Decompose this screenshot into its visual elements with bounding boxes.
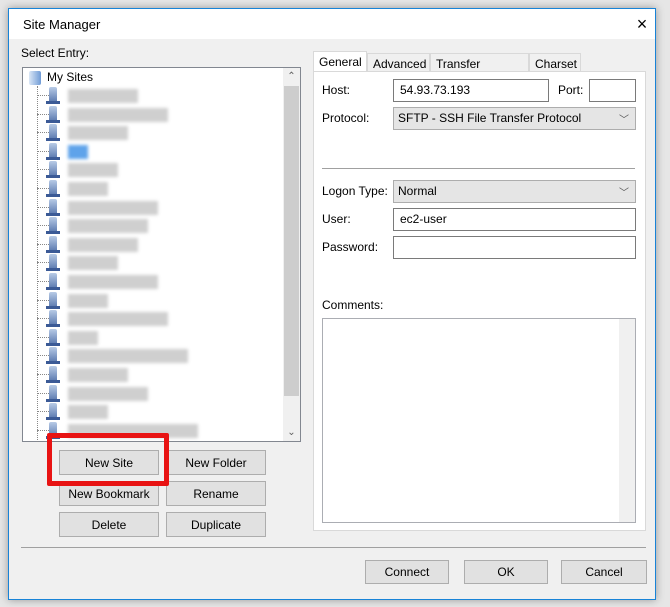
cancel-button[interactable]: Cancel bbox=[561, 560, 647, 584]
port-input[interactable] bbox=[589, 79, 636, 102]
scroll-thumb[interactable] bbox=[284, 86, 299, 396]
redacted-site-name bbox=[68, 312, 168, 327]
close-icon[interactable]: × bbox=[631, 13, 653, 35]
redacted-site-name bbox=[68, 275, 158, 289]
site-entry[interactable] bbox=[23, 160, 285, 179]
site-icon bbox=[46, 291, 60, 309]
site-icon bbox=[46, 142, 60, 160]
folder-icon bbox=[29, 71, 41, 85]
site-icon bbox=[46, 198, 60, 216]
site-entry[interactable] bbox=[23, 402, 285, 421]
site-entry[interactable] bbox=[23, 216, 285, 235]
redacted-site-name bbox=[68, 256, 118, 271]
logon-type-label: Logon Type: bbox=[322, 184, 388, 198]
redacted-site-name bbox=[68, 107, 168, 122]
site-entry[interactable] bbox=[23, 235, 285, 254]
site-icon bbox=[46, 124, 60, 142]
site-icon bbox=[46, 254, 60, 272]
site-entry[interactable] bbox=[23, 142, 285, 161]
redacted-site-name bbox=[68, 144, 88, 159]
redacted-site-name bbox=[68, 182, 108, 196]
highlight-box bbox=[47, 433, 169, 486]
protocol-label: Protocol: bbox=[322, 111, 370, 125]
separator bbox=[322, 168, 635, 169]
site-entry[interactable] bbox=[23, 123, 285, 142]
redacted-site-name bbox=[68, 126, 128, 141]
scroll-up-icon[interactable]: ⌃ bbox=[283, 68, 300, 85]
ok-button[interactable]: OK bbox=[464, 560, 548, 584]
site-icon bbox=[46, 273, 60, 290]
site-entry[interactable] bbox=[23, 309, 285, 328]
site-icon bbox=[46, 180, 60, 197]
site-entry[interactable] bbox=[23, 198, 285, 217]
redacted-site-name bbox=[68, 293, 108, 308]
user-label: User: bbox=[322, 212, 351, 226]
comments-scrollbar[interactable] bbox=[619, 319, 635, 522]
logon-type-value: Normal bbox=[398, 184, 437, 198]
site-icon bbox=[46, 217, 60, 235]
site-icon bbox=[46, 105, 60, 123]
redacted-site-name bbox=[68, 368, 128, 382]
tab-transfer-settings[interactable]: Transfer Settings bbox=[430, 53, 529, 85]
window-title: Site Manager bbox=[23, 17, 101, 32]
footer-separator bbox=[21, 547, 646, 548]
site-icon bbox=[46, 310, 60, 328]
tree-scrollbar[interactable]: ⌃ ⌄ bbox=[283, 68, 300, 441]
site-entry[interactable] bbox=[23, 328, 285, 347]
site-entry[interactable] bbox=[23, 384, 285, 403]
redacted-site-name bbox=[68, 386, 148, 401]
site-manager-dialog: Site Manager × Select Entry: My Sites ⌃ … bbox=[8, 8, 656, 600]
chevron-down-icon: ﹀ bbox=[619, 188, 629, 199]
new-folder-button[interactable]: New Folder bbox=[166, 450, 266, 475]
tree-root-my-sites[interactable]: My Sites bbox=[47, 70, 93, 84]
protocol-select[interactable]: SFTP - SSH File Transfer Protocol ﹀ bbox=[393, 107, 636, 130]
site-entry[interactable] bbox=[23, 86, 285, 105]
rename-button[interactable]: Rename bbox=[166, 481, 266, 506]
site-icon bbox=[46, 161, 60, 179]
redacted-site-name bbox=[68, 330, 98, 345]
site-entry[interactable] bbox=[23, 179, 285, 198]
site-entry[interactable] bbox=[23, 365, 285, 384]
select-entry-label: Select Entry: bbox=[21, 46, 90, 60]
redacted-site-name bbox=[68, 405, 108, 420]
tab-advanced[interactable]: Advanced bbox=[367, 53, 430, 73]
logon-type-select[interactable]: Normal ﹀ bbox=[393, 180, 636, 203]
comments-textarea[interactable] bbox=[322, 318, 636, 523]
port-label: Port: bbox=[558, 83, 584, 97]
redacted-site-name bbox=[68, 219, 148, 234]
site-icon bbox=[46, 328, 60, 346]
protocol-value: SFTP - SSH File Transfer Protocol bbox=[398, 111, 582, 125]
title-bar: Site Manager × bbox=[9, 9, 655, 39]
scroll-down-icon[interactable]: ⌄ bbox=[283, 424, 300, 441]
host-input[interactable]: 54.93.73.193 bbox=[393, 79, 549, 102]
host-label: Host: bbox=[322, 83, 351, 97]
user-input[interactable]: ec2-user bbox=[393, 208, 636, 231]
site-entry[interactable] bbox=[23, 272, 285, 291]
redacted-site-name bbox=[68, 89, 138, 103]
connect-button[interactable]: Connect bbox=[365, 560, 449, 584]
duplicate-button[interactable]: Duplicate bbox=[166, 512, 266, 537]
chevron-down-icon: ﹀ bbox=[619, 115, 629, 126]
password-input[interactable] bbox=[393, 236, 636, 259]
password-label: Password: bbox=[322, 240, 379, 254]
site-entry[interactable] bbox=[23, 346, 285, 365]
site-tree[interactable]: My Sites ⌃ ⌄ bbox=[22, 67, 301, 442]
redacted-site-name bbox=[68, 163, 118, 178]
redacted-site-name bbox=[68, 237, 138, 252]
comments-label: Comments: bbox=[322, 298, 384, 312]
delete-button[interactable]: Delete bbox=[59, 512, 159, 537]
site-icon bbox=[46, 87, 60, 104]
tab-charset[interactable]: Charset bbox=[529, 53, 581, 73]
site-icon bbox=[46, 347, 60, 365]
site-entry[interactable] bbox=[23, 105, 285, 124]
site-entry[interactable] bbox=[23, 253, 285, 272]
site-icon bbox=[46, 235, 60, 253]
site-icon bbox=[46, 403, 60, 421]
site-entry[interactable] bbox=[23, 291, 285, 310]
redacted-site-name bbox=[68, 349, 188, 364]
site-icon bbox=[46, 384, 60, 402]
redacted-site-name bbox=[68, 200, 158, 215]
site-icon bbox=[46, 366, 60, 383]
